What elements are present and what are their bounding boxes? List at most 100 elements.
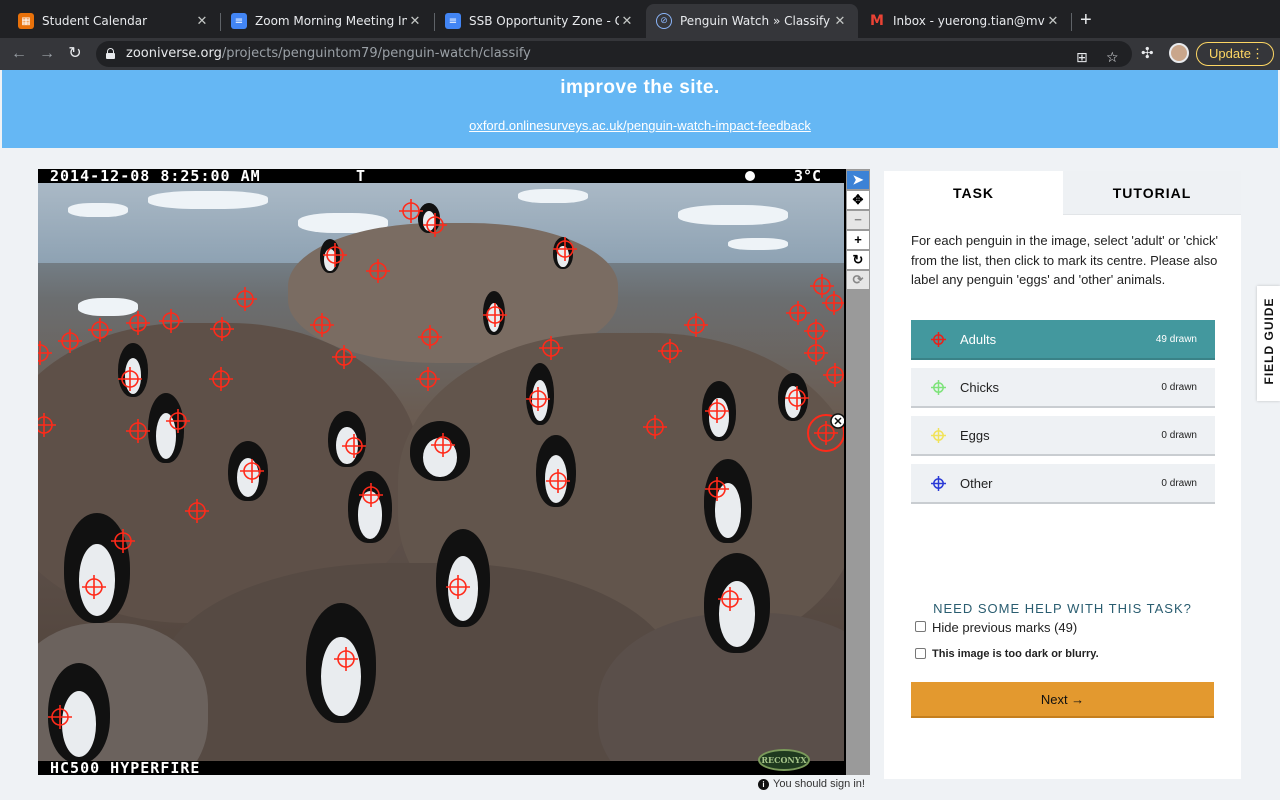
adult-mark[interactable] bbox=[358, 482, 384, 508]
subject-image[interactable] bbox=[38, 183, 844, 761]
adult-mark[interactable] bbox=[704, 476, 730, 502]
task-instructions: For each penguin in the image, select 'a… bbox=[911, 233, 1218, 287]
pointer-tool-icon[interactable]: ➤ bbox=[847, 171, 869, 189]
adult-mark[interactable] bbox=[47, 704, 73, 730]
reload-icon[interactable]: ↻ bbox=[64, 43, 86, 65]
adult-mark[interactable] bbox=[545, 468, 571, 494]
adult-mark[interactable] bbox=[417, 324, 443, 350]
next-button[interactable]: Next → bbox=[911, 682, 1214, 718]
forward-arrow-icon[interactable]: → bbox=[36, 43, 58, 65]
adult-mark[interactable] bbox=[110, 528, 136, 554]
close-icon[interactable]: ✕ bbox=[1045, 14, 1061, 29]
adult-mark[interactable] bbox=[803, 340, 829, 366]
adult-mark[interactable] bbox=[81, 574, 107, 600]
adult-mark[interactable] bbox=[717, 586, 743, 612]
adult-mark[interactable] bbox=[445, 574, 471, 600]
adult-mark[interactable] bbox=[57, 328, 83, 354]
adult-mark[interactable] bbox=[331, 344, 357, 370]
extensions-puzzle-icon[interactable]: ✣ bbox=[1141, 44, 1154, 62]
choice-adults[interactable]: Adults 49 drawn bbox=[911, 320, 1215, 360]
adult-mark[interactable] bbox=[209, 316, 235, 342]
adult-mark[interactable] bbox=[821, 290, 844, 316]
banner-text: improve the site. bbox=[560, 77, 720, 98]
adult-mark[interactable] bbox=[803, 318, 829, 344]
back-arrow-icon[interactable]: ← bbox=[8, 43, 30, 65]
camera-model: HC500 HYPERFIRE bbox=[50, 759, 201, 777]
tab-ssb-opportunity[interactable]: ≡ SSB Opportunity Zone - Googl ✕ bbox=[435, 4, 645, 38]
adult-mark[interactable] bbox=[365, 258, 391, 284]
close-icon[interactable]: ✕ bbox=[832, 14, 848, 29]
choice-eggs[interactable]: Eggs 0 drawn bbox=[911, 416, 1215, 456]
zoom-in-icon[interactable]: + bbox=[847, 231, 869, 249]
choice-other[interactable]: Other 0 drawn bbox=[911, 464, 1215, 504]
adult-mark[interactable] bbox=[158, 308, 184, 334]
adult-mark[interactable] bbox=[117, 366, 143, 392]
adult-mark[interactable] bbox=[785, 300, 811, 326]
adult-mark[interactable] bbox=[525, 386, 551, 412]
adult-mark[interactable] bbox=[38, 412, 57, 438]
adult-mark[interactable] bbox=[552, 236, 578, 262]
adult-mark[interactable] bbox=[125, 418, 151, 444]
zoom-out-icon[interactable]: − bbox=[847, 211, 869, 229]
tab-title: Student Calendar bbox=[42, 14, 148, 28]
close-icon[interactable]: ✕ bbox=[194, 14, 210, 29]
hide-marks-label: Hide previous marks (49) bbox=[932, 620, 1078, 635]
delete-mark-icon[interactable] bbox=[830, 413, 844, 429]
adult-mark[interactable] bbox=[398, 198, 424, 224]
docs-icon: ≡ bbox=[231, 13, 247, 29]
sign-in-notice[interactable]: i You should sign in! bbox=[758, 778, 865, 790]
adult-mark[interactable] bbox=[683, 312, 709, 338]
adult-mark[interactable] bbox=[309, 312, 335, 338]
camera-temperature: 3°C bbox=[794, 167, 822, 185]
adult-mark[interactable] bbox=[165, 408, 191, 434]
adult-mark[interactable] bbox=[809, 273, 835, 299]
camera-model-bar: HC500 HYPERFIRE bbox=[38, 759, 844, 777]
tab-penguin-watch[interactable]: ⊘ Penguin Watch » Classify — Zo ✕ bbox=[646, 4, 858, 38]
bookmark-star-icon[interactable]: ☆ bbox=[1106, 45, 1119, 71]
tab-zoom-meeting[interactable]: ≡ Zoom Morning Meeting Informa ✕ bbox=[221, 4, 433, 38]
too-dark-label: This image is too dark or blurry. bbox=[932, 648, 1099, 660]
update-button[interactable]: Update ⋮ bbox=[1196, 42, 1274, 66]
adult-mark[interactable] bbox=[538, 335, 564, 361]
adult-mark[interactable] bbox=[430, 432, 456, 458]
adult-mark[interactable] bbox=[482, 302, 508, 328]
translate-icon[interactable]: ⊞ bbox=[1076, 45, 1088, 71]
adult-mark[interactable] bbox=[232, 286, 258, 312]
adult-mark[interactable] bbox=[125, 310, 151, 336]
adult-mark[interactable] bbox=[704, 398, 730, 424]
adult-mark[interactable] bbox=[208, 366, 234, 392]
hide-marks-checkbox[interactable] bbox=[915, 621, 926, 632]
adult-mark[interactable] bbox=[239, 458, 265, 484]
address-bar[interactable]: zooniverse.org/projects/penguintom79/pen… bbox=[96, 41, 1132, 67]
adult-mark[interactable] bbox=[341, 433, 367, 459]
adult-mark[interactable] bbox=[38, 340, 53, 366]
adult-mark[interactable] bbox=[322, 242, 348, 268]
adult-mark[interactable] bbox=[642, 414, 668, 440]
adult-mark[interactable] bbox=[333, 646, 359, 672]
help-link[interactable]: NEED SOME HELP WITH THIS TASK? bbox=[884, 601, 1241, 616]
adult-mark[interactable] bbox=[415, 366, 441, 392]
field-guide-tab[interactable]: FIELD GUIDE bbox=[1257, 286, 1280, 401]
adult-mark[interactable] bbox=[784, 385, 810, 411]
new-tab-button[interactable]: + bbox=[1080, 10, 1092, 30]
avatar[interactable] bbox=[1169, 43, 1189, 63]
adult-mark[interactable] bbox=[184, 498, 210, 524]
tab-tutorial[interactable]: TUTORIAL bbox=[1063, 171, 1241, 215]
tab-task[interactable]: TASK bbox=[884, 171, 1063, 215]
too-dark-checkbox[interactable] bbox=[915, 648, 926, 659]
adult-mark[interactable] bbox=[822, 362, 844, 388]
rotate-icon[interactable]: ↻ bbox=[847, 251, 869, 269]
adult-mark[interactable] bbox=[657, 338, 683, 364]
adult-mark[interactable] bbox=[422, 212, 448, 238]
close-icon[interactable]: ✕ bbox=[407, 14, 423, 29]
tab-gmail-inbox[interactable]: M Inbox - yuerong.tian@mvschoo ✕ bbox=[859, 4, 1071, 38]
reset-view-icon[interactable]: ⟳ bbox=[847, 271, 869, 289]
pan-tool-icon[interactable]: ✥ bbox=[847, 191, 869, 209]
tab-student-calendar[interactable]: ▦ Student Calendar ✕ bbox=[8, 4, 220, 38]
adult-mark[interactable] bbox=[87, 317, 113, 343]
close-icon[interactable]: ✕ bbox=[619, 14, 635, 29]
feedback-link[interactable]: oxford.onlinesurveys.ac.uk/penguin-watch… bbox=[2, 118, 1278, 133]
more-menu-icon[interactable]: ⋮ bbox=[1251, 43, 1264, 65]
choice-chicks[interactable]: Chicks 0 drawn bbox=[911, 368, 1215, 408]
lock-icon bbox=[106, 48, 115, 59]
